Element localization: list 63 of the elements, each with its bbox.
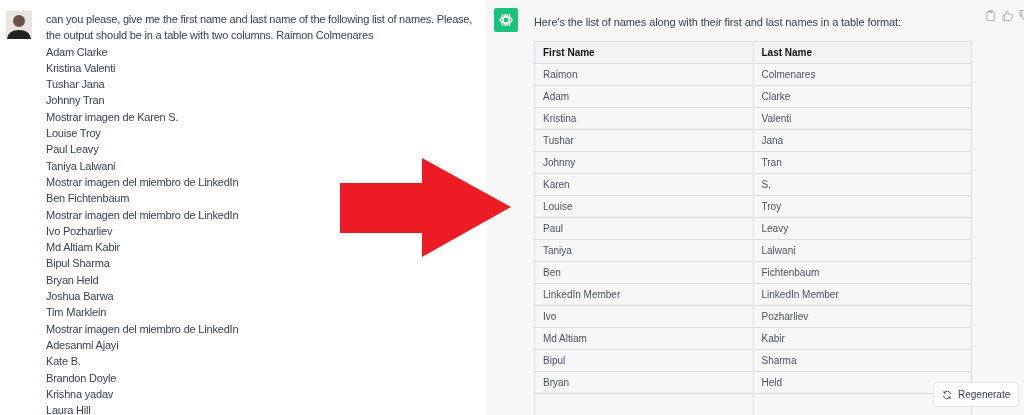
table-cell: Md Altiam — [534, 327, 753, 350]
name-line: Adam Clarke — [46, 44, 109, 60]
table-cell: Adam — [534, 85, 753, 108]
name-line: Bipul Sharma — [46, 256, 111, 272]
table-cell: Ben — [534, 261, 753, 284]
table-cell: Lalwani — [753, 239, 972, 262]
name-line: Taniya Lalwani — [46, 158, 117, 174]
table-cell: Paul — [534, 217, 753, 240]
name-line: Mostrar imagen de Karen S. — [46, 109, 180, 125]
thumbs-up-icon[interactable] — [1002, 10, 1013, 21]
table-cell: Sharma — [753, 349, 972, 372]
table-cell: Clarke — [753, 85, 972, 108]
prompt-text: can you please, give me the first name and last name of the following list of names. Please, the output should be in a table with two columns. Raimon Colmenares — [46, 12, 474, 44]
name-line: Ivo Pozharliev — [46, 223, 114, 239]
name-line: Bryan Held — [46, 272, 100, 288]
table-cell: Bryan — [534, 371, 753, 394]
name-line: Joshua Barwa — [46, 289, 115, 305]
table-cell: LinkedIn Member — [534, 283, 753, 306]
table-cell: Jana — [753, 129, 972, 152]
name-line: Tushar Jana — [46, 77, 106, 93]
column-header: Last Name — [753, 41, 972, 64]
name-line: Mostrar imagen del miembro de LinkedIn — [46, 174, 240, 190]
table-cell: Tran — [753, 151, 972, 174]
refresh-icon — [942, 389, 952, 400]
table-cell: Troy — [753, 195, 972, 218]
name-line: Md Altiam Kabir — [46, 240, 122, 256]
table-cell: Kabir — [753, 327, 972, 350]
table-cell: Tushar — [534, 129, 753, 152]
name-line: Kate B. — [46, 354, 82, 370]
name-line: Adesanmi Ajayi — [46, 337, 120, 353]
table-cell: Raimon — [534, 63, 753, 86]
table-cell: Valenti — [753, 107, 972, 130]
table-cell: Leavy — [753, 217, 972, 240]
name-line: Mostrar imagen del miembro de LinkedIn — [46, 321, 240, 337]
table-cell: S. — [753, 173, 972, 196]
avatar-icon — [6, 11, 32, 39]
name-line: Ben Fichtenbaum — [46, 191, 131, 207]
table-cell: Taniya — [534, 239, 753, 262]
name-line: Louise Troy — [46, 126, 102, 142]
response-intro: Here's the list of names along with their first and last names in a table format: — [534, 16, 902, 28]
table-cell: LinkedIn Member — [753, 283, 972, 306]
name-line: Brandon Doyle — [46, 370, 118, 386]
table-cell: Ivo — [534, 305, 753, 328]
name-line: Tim Marklein — [46, 305, 108, 321]
name-line: Johnny Tran — [46, 93, 106, 109]
table-cell: Johnny — [534, 151, 753, 174]
table-cell: Bipul — [534, 349, 753, 372]
table-cell: Karen — [534, 173, 753, 196]
table-cell: Fichtenbaum — [753, 261, 972, 284]
assistant-logo-icon — [494, 8, 518, 32]
table-cell: Louise — [534, 195, 753, 218]
table-cell: Kristina — [534, 107, 753, 130]
name-line: Mostrar imagen del miembro de LinkedIn — [46, 207, 240, 223]
arrow-icon — [340, 158, 511, 258]
name-line: Kristina Valenti — [46, 60, 117, 76]
name-line: Paul Leavy — [46, 142, 100, 158]
name-line: Krishna yadav — [46, 386, 115, 402]
table-cell: Pozharliev — [753, 305, 972, 328]
thumbs-down-icon[interactable] — [1019, 10, 1024, 21]
table-cell: Colmenares — [753, 63, 972, 86]
clipboard-icon[interactable] — [985, 10, 996, 21]
column-header: First Name — [534, 41, 753, 64]
name-line: Laura Hill — [46, 403, 92, 415]
